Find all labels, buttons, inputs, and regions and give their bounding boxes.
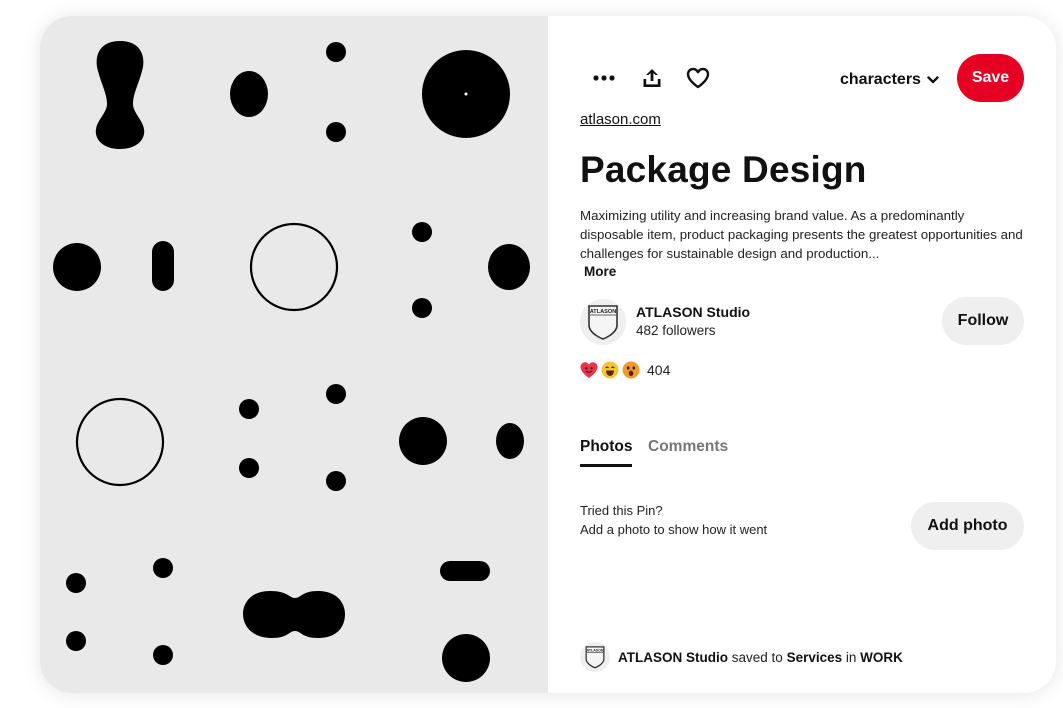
tried-pin-subtitle: Add a photo to show how it went xyxy=(580,522,768,537)
pin-description: Maximizing utility and increasing brand … xyxy=(580,208,1023,261)
share-upload-icon xyxy=(643,69,661,87)
like-button[interactable] xyxy=(678,58,718,98)
reactions-count: 404 xyxy=(647,362,671,378)
wow-face-icon xyxy=(622,361,640,379)
saved-to-text: saved to xyxy=(731,649,783,665)
author-avatar[interactable]: ATLASON xyxy=(580,299,626,345)
saved-by-avatar[interactable]: ATLASON xyxy=(580,642,610,672)
heart-face-icon xyxy=(580,362,598,378)
more-horizontal-icon xyxy=(593,75,615,81)
saved-in-text: in xyxy=(845,649,857,665)
source-link[interactable]: atlason.com xyxy=(580,111,661,128)
author-followers: 482 followers xyxy=(636,323,716,338)
pin-image[interactable] xyxy=(40,16,548,693)
tab-comments[interactable]: Comments xyxy=(648,438,728,456)
board-select-label: characters xyxy=(840,71,921,88)
add-photo-button[interactable]: Add photo xyxy=(911,502,1024,550)
laugh-face-icon xyxy=(601,361,619,379)
reactions-summary[interactable]: 404 xyxy=(579,359,670,381)
pin-image-artwork xyxy=(53,41,530,682)
active-tab-indicator xyxy=(580,464,632,467)
follow-button[interactable]: Follow xyxy=(942,297,1024,345)
saved-board-name[interactable]: Services xyxy=(787,650,843,665)
pin-title: Package Design xyxy=(580,149,867,190)
atlason-shield-logo: ATLASON xyxy=(588,305,618,340)
svg-text:ATLASON: ATLASON xyxy=(590,309,617,315)
saved-to-row: ATLASON ATLASON Studio saved to Services… xyxy=(580,642,903,672)
svg-text:ATLASON: ATLASON xyxy=(587,648,604,652)
tried-pin-title: Tried this Pin? xyxy=(580,503,663,518)
saved-section-name[interactable]: WORK xyxy=(860,650,903,665)
heart-icon xyxy=(686,67,710,89)
more-description-link[interactable]: More xyxy=(584,264,616,279)
share-button[interactable] xyxy=(632,58,672,98)
more-options-button[interactable] xyxy=(584,58,624,98)
atlason-shield-logo-small: ATLASON xyxy=(585,646,605,669)
save-button[interactable]: Save xyxy=(957,54,1024,102)
tab-photos[interactable]: Photos xyxy=(580,438,633,456)
pin-details: characters Save atlason.com Package Desi… xyxy=(548,16,1056,693)
chevron-down-icon xyxy=(927,76,939,84)
author-name[interactable]: ATLASON Studio xyxy=(636,304,750,320)
saved-by-user[interactable]: ATLASON Studio xyxy=(618,650,728,665)
pin-card: characters Save atlason.com Package Desi… xyxy=(40,16,1056,693)
board-select-dropdown[interactable]: characters xyxy=(840,66,939,94)
